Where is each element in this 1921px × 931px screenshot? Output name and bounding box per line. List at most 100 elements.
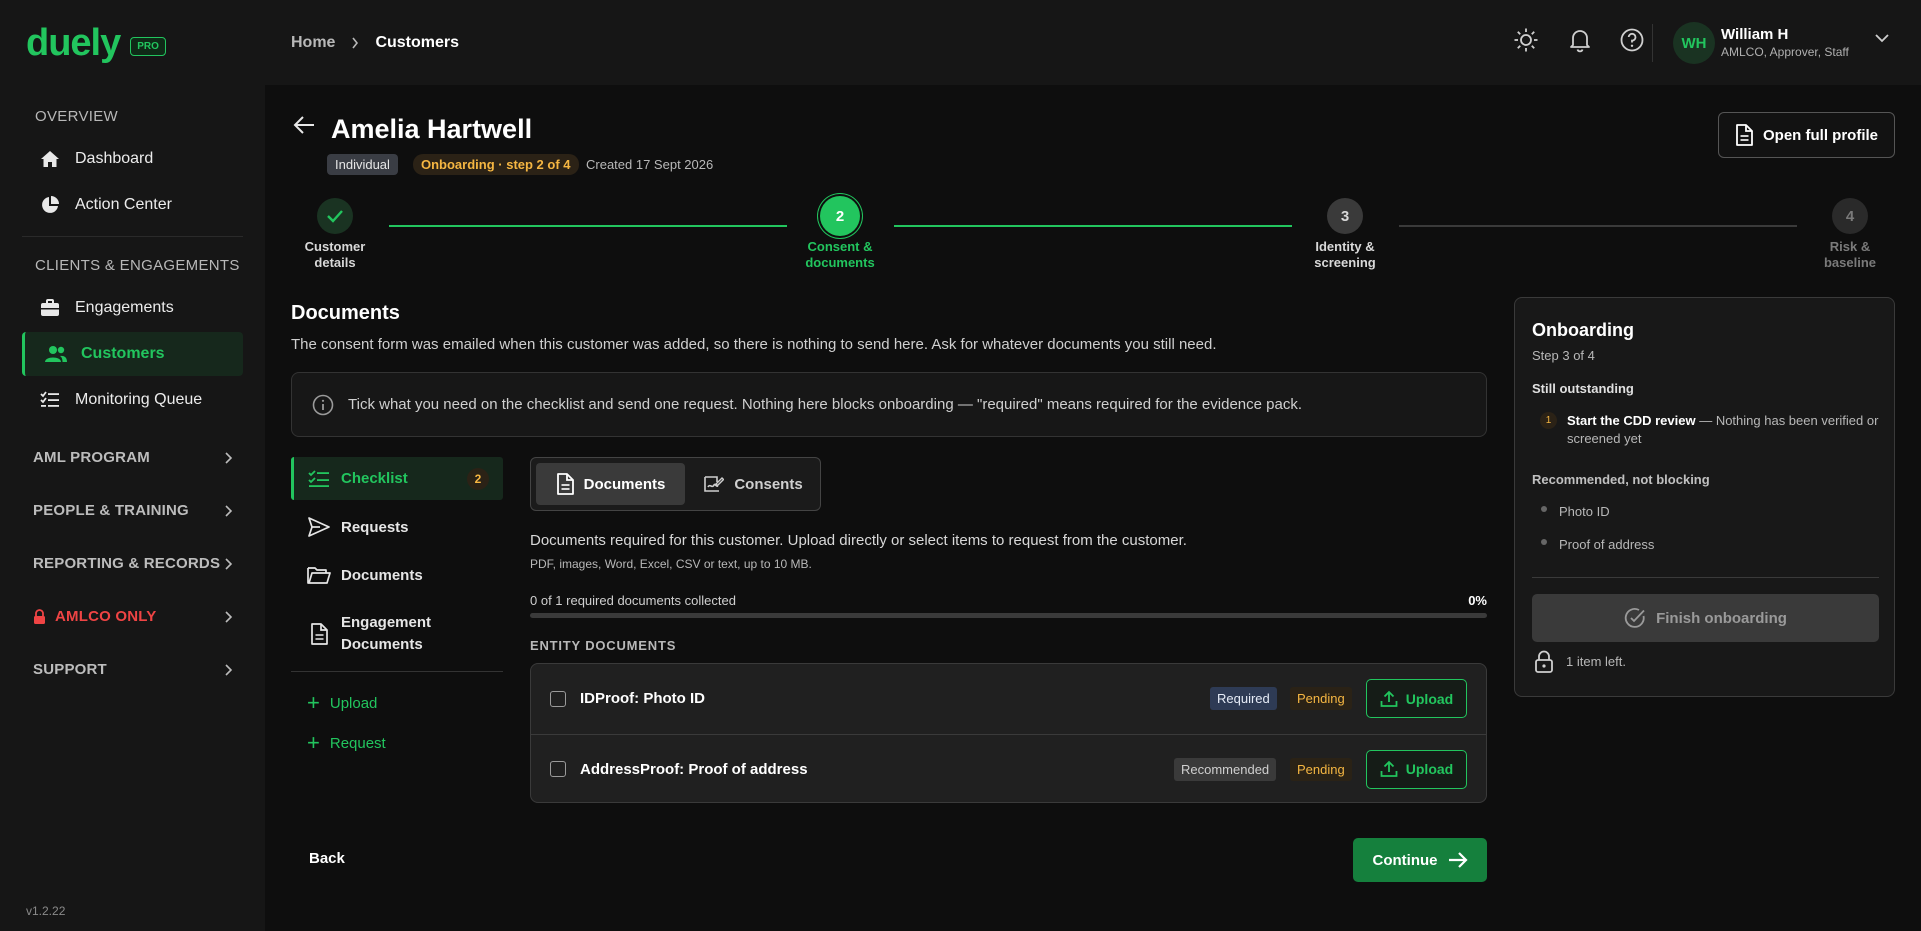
open-full-profile-label: Open full profile	[1763, 126, 1878, 144]
check-circle-icon	[1624, 607, 1656, 629]
list-check-icon	[39, 389, 61, 411]
step-label-line: screening	[1314, 255, 1376, 270]
outstanding-item-title: Start the CDD review	[1567, 413, 1696, 428]
nav-group-people-training[interactable]: PEOPLE & TRAINING	[33, 502, 233, 519]
finish-onboarding-label: Finish onboarding	[1656, 609, 1787, 627]
items-left-note: 1 item left.	[1566, 654, 1626, 669]
user-roles: AMLCO, Approver, Staff	[1721, 45, 1849, 59]
doc-menu-label: Documents	[341, 566, 423, 584]
open-full-profile-button[interactable]: Open full profile	[1718, 112, 1895, 158]
briefcase-icon	[39, 297, 61, 319]
progress-bar	[530, 613, 1487, 618]
sidebar-item-engagements[interactable]: Engagements	[22, 286, 243, 330]
back-button[interactable]: Back	[309, 850, 345, 867]
panel-divider	[1532, 577, 1879, 578]
checklist-count-badge: 2	[467, 467, 489, 490]
chevron-down-icon[interactable]	[1875, 33, 1889, 43]
bell-icon[interactable]	[1567, 27, 1593, 53]
continue-button-label: Continue	[1372, 851, 1438, 869]
sidebar-item-customers[interactable]: Customers	[22, 332, 243, 376]
user-name[interactable]: William H	[1721, 26, 1788, 43]
pro-badge: PRO	[130, 36, 166, 56]
file-icon	[556, 473, 584, 495]
nav-group-label: AMLCO ONLY	[55, 608, 157, 625]
request-link-label: Request	[329, 734, 386, 752]
recommended-item-label: Proof of address	[1559, 537, 1655, 552]
theme-toggle-sun-icon[interactable]	[1513, 27, 1539, 53]
upload-link[interactable]: + Upload	[307, 692, 377, 714]
help-icon[interactable]	[1619, 27, 1645, 53]
document-name: AddressProof: Proof of address	[580, 760, 808, 778]
stepper-step-2-label: Consent & documents	[780, 239, 900, 271]
finish-onboarding-button[interactable]: Finish onboarding	[1532, 594, 1879, 642]
logo[interactable]: duely PRO	[26, 24, 166, 62]
upload-button[interactable]: Upload	[1366, 679, 1467, 718]
breadcrumb: Home Customers	[291, 34, 459, 52]
sidebar-item-label: Action Center	[75, 196, 172, 213]
doc-menu-label: Requests	[341, 518, 409, 536]
pending-badge: Pending	[1290, 757, 1352, 781]
upload-button-label: Upload	[1405, 690, 1454, 707]
required-documents-description: Documents required for this customer. Up…	[530, 532, 1187, 549]
lock-icon	[33, 608, 46, 625]
list-item: Proof of address	[1541, 537, 1654, 552]
stepper-step-4-label: Risk & baseline	[1790, 239, 1910, 271]
doc-menu-label: Checklist	[341, 470, 408, 487]
sidebar-item-label: Customers	[81, 345, 165, 362]
row-checkbox[interactable]	[550, 690, 566, 707]
row-checkbox[interactable]	[550, 761, 566, 777]
nav-group-label: REPORTING & RECORDS	[33, 555, 221, 572]
upload-icon	[1380, 760, 1406, 778]
breadcrumb-current: Customers	[375, 34, 460, 51]
pending-badge: Pending	[1290, 687, 1352, 710]
stepper-step-1-label: Customer details	[275, 239, 395, 271]
tab-documents[interactable]: Documents	[536, 463, 685, 505]
logo-text: duely	[26, 22, 121, 64]
progress-label: 0 of 1 required documents collected	[530, 593, 736, 608]
info-banner: Tick what you need on the checklist and …	[291, 372, 1487, 437]
stepper-step-4[interactable]: 4	[1832, 198, 1868, 234]
doc-menu-documents[interactable]: Documents	[291, 565, 503, 585]
entity-documents-heading: ENTITY DOCUMENTS	[530, 638, 677, 653]
upload-button[interactable]: Upload	[1366, 749, 1467, 789]
sidebar-item-action-center[interactable]: Action Center	[22, 183, 243, 227]
plus-icon: +	[307, 730, 320, 755]
sidebar-item-label: Monitoring Queue	[75, 391, 203, 408]
back-arrow-icon[interactable]	[292, 114, 316, 136]
nav-section-clients: CLIENTS & ENGAGEMENTS	[35, 257, 240, 274]
doc-menu-requests[interactable]: Requests	[291, 517, 503, 537]
avatar[interactable]: WH	[1673, 22, 1715, 64]
sidebar-item-label: Dashboard	[75, 150, 154, 167]
tab-documents-label: Documents	[583, 475, 666, 493]
sidebar: duely PRO OVERVIEW Dashboard Action Cent…	[0, 0, 265, 931]
doc-menu-checklist[interactable]: Checklist 2	[291, 457, 503, 500]
request-link[interactable]: + Request	[307, 732, 386, 754]
nav-group-aml-program[interactable]: AML PROGRAM	[33, 449, 233, 466]
nav-group-label: AML PROGRAM	[33, 449, 150, 466]
stepper-step-2[interactable]: 2	[820, 196, 860, 236]
doc-menu-label: Engagement Documents	[341, 614, 432, 653]
page-title: Amelia Hartwell	[331, 114, 533, 144]
doc-menu-engagement-documents[interactable]: Engagement Documents	[291, 612, 503, 656]
folder-icon	[307, 565, 331, 585]
stepper-step-1[interactable]	[317, 198, 353, 234]
home-icon	[39, 148, 61, 170]
plus-icon: +	[307, 690, 320, 715]
required-badge: Required	[1210, 687, 1277, 710]
checklist-icon	[307, 469, 331, 488]
breadcrumb-home[interactable]: Home	[291, 34, 335, 52]
file-text-icon	[307, 623, 331, 645]
sidebar-item-monitoring-queue[interactable]: Monitoring Queue	[22, 378, 243, 422]
stepper-step-3[interactable]: 3	[1327, 198, 1363, 234]
chevron-right-icon	[223, 451, 233, 464]
continue-button[interactable]: Continue	[1353, 838, 1487, 882]
tab-consents[interactable]: Consents	[689, 463, 816, 505]
nav-group-reporting-records[interactable]: REPORTING & RECORDS	[33, 555, 233, 572]
sidebar-item-label: Engagements	[75, 299, 174, 316]
sidebar-item-dashboard[interactable]: Dashboard	[22, 137, 243, 181]
nav-group-amlco-only[interactable]: AMLCO ONLY	[33, 608, 233, 625]
upload-link-label: Upload	[329, 694, 378, 712]
app-version: v1.2.22	[26, 904, 66, 918]
users-icon	[45, 343, 67, 365]
nav-group-support[interactable]: SUPPORT	[33, 661, 233, 678]
